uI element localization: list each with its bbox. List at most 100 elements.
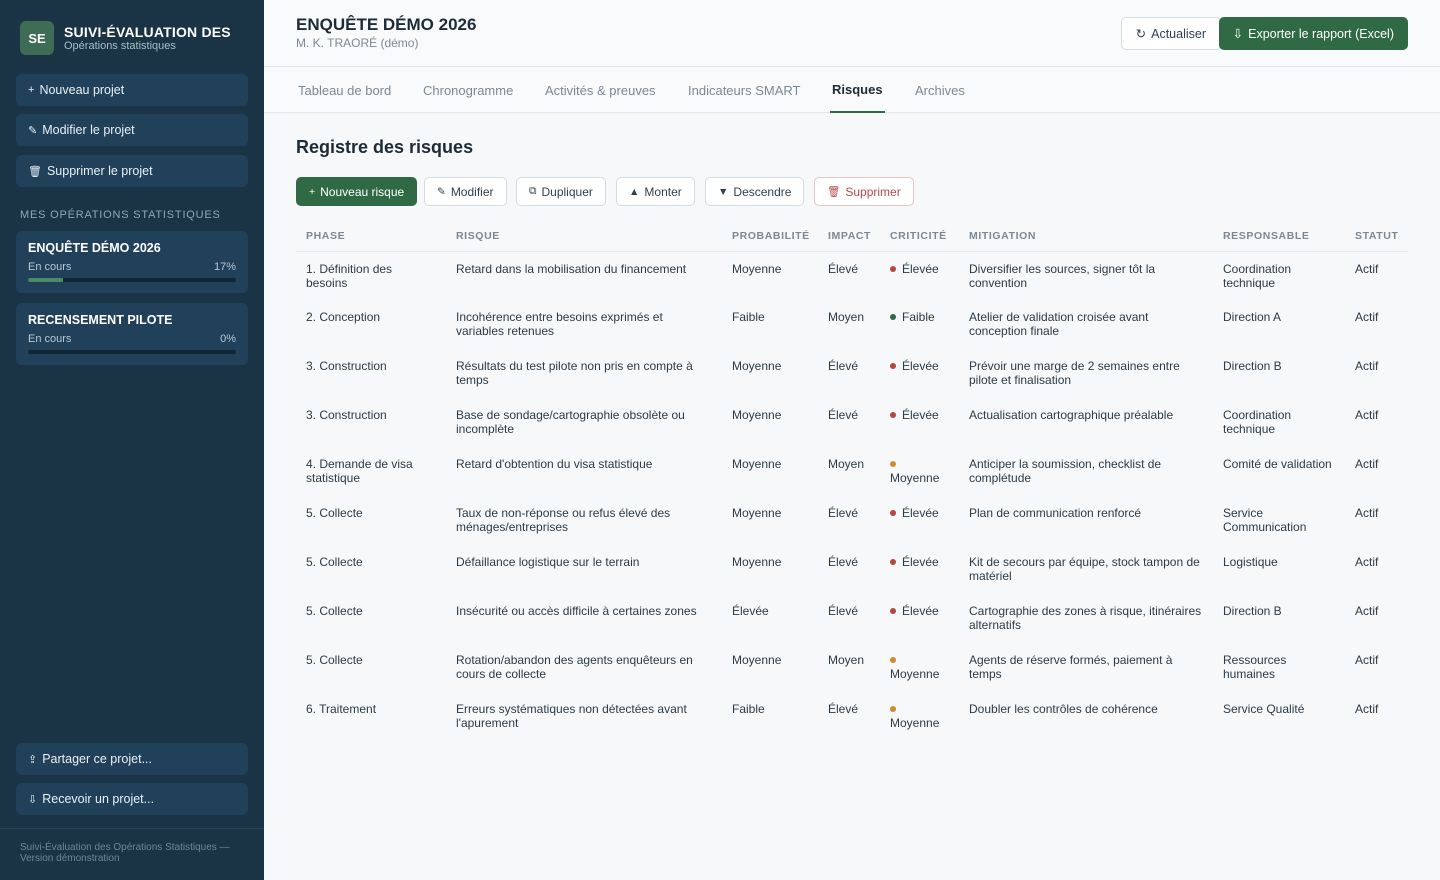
criticity-dot-icon (890, 314, 896, 320)
export-report-button[interactable]: ⇩ Exporter le rapport (Excel) (1218, 17, 1408, 50)
delete-risk-button[interactable]: 🗑 Supprimer (814, 177, 914, 206)
criticity-dot-icon (890, 706, 896, 712)
risk-probability-cell: Moyenne (732, 457, 782, 471)
duplicate-risk-button[interactable]: ⧉ Dupliquer (516, 177, 606, 206)
risk-probability-cell: Moyenne (732, 653, 782, 667)
risk-owner-cell: Direction B (1223, 604, 1282, 618)
risk-status-cell: Actif (1355, 702, 1379, 716)
risk-probability-cell: Moyenne (732, 506, 782, 520)
projects-section-label: MES OPÉRATIONS STATISTIQUES (20, 209, 221, 221)
risk-status-cell: Actif (1355, 555, 1379, 569)
pencil-icon: ✎ (28, 124, 38, 137)
page-subtitle: M. K. TRAORÉ (démo) (296, 36, 419, 50)
column-header-probability[interactable]: PROBABILITÉ (722, 222, 818, 252)
risk-owner-cell: Coordination technique (1223, 408, 1292, 436)
risk-criticity-cell: Élevée (880, 545, 959, 594)
risk-phase-cell: 4. Demande de visa statistique (306, 457, 413, 485)
criticity-label: Élevée (902, 604, 939, 618)
risk-description-cell: Erreurs systématiques non détectées avan… (456, 702, 687, 730)
risk-owner-cell: Service Qualité (1223, 702, 1305, 716)
risk-owner-cell: Logistique (1223, 555, 1278, 569)
risk-probability-cell: Élevée (732, 604, 769, 618)
column-header-phase[interactable]: PHASE (296, 222, 446, 252)
tab-risks[interactable]: Risques (830, 67, 885, 113)
risk-phase-cell: 2. Conception (306, 310, 381, 324)
arrow-up-icon: ▲ (629, 185, 640, 198)
risk-mitigation-cell: Atelier de validation croisée avant conc… (969, 310, 1149, 338)
app-window: SE SUIVI-ÉVALUATION DES Opérations stati… (0, 0, 1440, 880)
delete-project-button[interactable]: 🗑 Supprimer le projet (16, 155, 248, 187)
new-project-button[interactable]: + Nouveau projet (16, 74, 248, 106)
duplicate-risk-label: Dupliquer (541, 184, 593, 199)
move-up-button[interactable]: ▲ Monter (616, 177, 695, 206)
project-progress-fill (28, 278, 64, 282)
share-project-button[interactable]: ⇪ Partager ce projet... (16, 743, 248, 775)
risk-status-cell: Actif (1355, 604, 1379, 618)
criticity-dot-icon (890, 657, 896, 663)
tab-timeline[interactable]: Chronogramme (421, 67, 515, 113)
risk-register-title: Registre des risques (296, 137, 474, 157)
project-card-recensement[interactable]: RECENSEMENT PILOTE En cours 0% (16, 303, 248, 365)
table-row[interactable]: 1. Définition des besoins Retard dans la … (296, 251, 1408, 300)
risk-impact-cell: Élevé (828, 702, 859, 716)
table-row[interactable]: 5. Collecte Insécurité ou accès difficile… (296, 594, 1408, 643)
table-row[interactable]: 5. Collecte Rotation/abandon des agents e… (296, 643, 1408, 692)
risk-phase-cell: 5. Collecte (306, 653, 363, 667)
tab-activities[interactable]: Activités & preuves (543, 67, 658, 113)
pencil-icon: ✎ (437, 185, 446, 198)
risk-impact-cell: Élevé (828, 261, 859, 276)
column-header-mitigation[interactable]: MITIGATION (959, 222, 1213, 252)
table-row[interactable]: 4. Demande de visa statistique Retard d'o… (296, 447, 1408, 496)
column-header-criticity[interactable]: CRITICITÉ (880, 222, 959, 252)
risk-description-cell: Résultats du test pilote non pris en com… (456, 359, 693, 387)
criticity-dot-icon (890, 608, 896, 614)
table-row[interactable]: 3. Construction Résultats du test pilote … (296, 349, 1408, 398)
tab-archives[interactable]: Archives (913, 67, 967, 113)
risk-owner-cell: Coordination technique (1223, 261, 1292, 290)
receive-project-button[interactable]: ⇩ Recevoir un projet... (16, 783, 248, 815)
tab-dashboard[interactable]: Tableau de bord (296, 67, 393, 113)
risk-owner-cell: Comité de validation (1223, 457, 1332, 471)
risk-phase-cell: 1. Définition des besoins (306, 261, 393, 290)
new-project-label: Nouveau projet (39, 83, 125, 97)
header: ENQUÊTE DÉMO 2026 M. K. TRAORÉ (démo) ↻ … (264, 0, 1440, 67)
move-down-label: Descendre (733, 184, 792, 199)
risk-status-cell: Actif (1355, 506, 1379, 520)
project-card-enquete[interactable]: ENQUÊTE DÉMO 2026 En cours 17% (16, 231, 248, 293)
table-row[interactable]: 5. Collecte Défaillance logistique sur le… (296, 545, 1408, 594)
edit-risk-button[interactable]: ✎ Modifier (424, 177, 507, 206)
move-down-button[interactable]: ▼ Descendre (705, 177, 805, 206)
risk-probability-cell: Faible (732, 702, 765, 716)
edit-project-button[interactable]: ✎ Modifier le projet (16, 114, 248, 146)
criticity-label: Moyenne (890, 471, 940, 485)
risk-phase-cell: 5. Collecte (306, 555, 363, 569)
download-icon: ⇩ (28, 793, 38, 806)
risk-impact-cell: Élevé (828, 604, 859, 618)
trash-icon: 🗑 (28, 165, 42, 178)
risk-description-cell: Taux de non-réponse ou refus élevé des m… (456, 506, 671, 534)
column-header-owner[interactable]: RESPONSABLE (1213, 222, 1345, 252)
column-header-risk[interactable]: RISQUE (446, 222, 722, 252)
table-row[interactable]: 2. Conception Incohérence entre besoins e… (296, 300, 1408, 349)
risk-mitigation-cell: Agents de réserve formés, paiement à tem… (969, 653, 1173, 681)
table-row[interactable]: 5. Collecte Taux de non-réponse ou refus … (296, 496, 1408, 545)
risk-description-cell: Incohérence entre besoins exprimés et va… (456, 310, 663, 338)
column-header-impact[interactable]: IMPACT (818, 222, 880, 252)
trash-icon: 🗑 (827, 186, 841, 198)
criticity-label: Élevée (902, 359, 939, 373)
refresh-icon: ↻ (1135, 27, 1147, 41)
risk-mitigation-cell: Anticiper la soumission, checklist de co… (969, 457, 1162, 485)
refresh-button[interactable]: ↻ Actualiser (1120, 17, 1221, 50)
project-title: ENQUÊTE DÉMO 2026 (28, 241, 161, 255)
sidebar: SE SUIVI-ÉVALUATION DES Opérations stati… (0, 0, 264, 880)
table-row[interactable]: 6. Traitement Erreurs systématiques non d… (296, 692, 1408, 741)
tab-smart-indicators[interactable]: Indicateurs SMART (686, 67, 802, 113)
risk-criticity-cell: Élevée (880, 251, 959, 300)
table-row[interactable]: 3. Construction Base de sondage/cartograp… (296, 398, 1408, 447)
column-header-status[interactable]: STATUT (1345, 222, 1408, 252)
risk-description-cell: Rotation/abandon des agents enquêteurs e… (456, 653, 693, 681)
main-content: ENQUÊTE DÉMO 2026 M. K. TRAORÉ (démo) ↻ … (264, 0, 1440, 880)
project-progress-bar (28, 278, 236, 282)
risk-criticity-cell: Élevée (880, 349, 959, 398)
new-risk-button[interactable]: + Nouveau risque (296, 177, 418, 206)
